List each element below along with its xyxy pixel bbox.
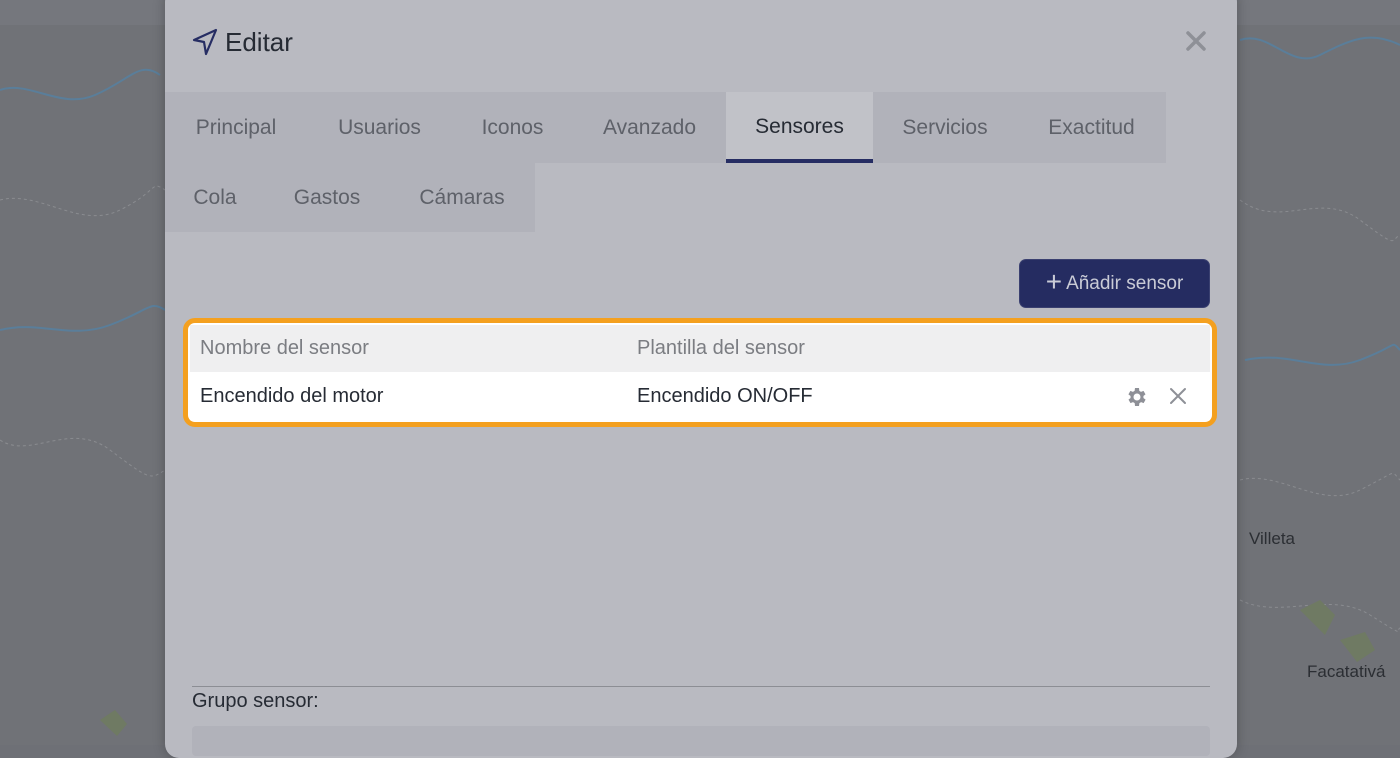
column-header-name: Nombre del sensor: [200, 337, 369, 359]
tab-row-2: Cola Gastos Cámaras: [165, 163, 535, 232]
modal-header: Editar: [165, 0, 1237, 92]
tab-avanzado[interactable]: Avanzado: [573, 92, 726, 163]
navigation-arrow-icon: [192, 28, 218, 56]
sensor-name: Encendido del motor: [200, 385, 384, 407]
modal-title: Editar: [225, 27, 293, 57]
tab-principal[interactable]: Principal: [165, 92, 307, 163]
section-divider: [192, 686, 1210, 687]
table-row[interactable]: Encendido del motor Encendido ON/OFF: [190, 372, 1210, 421]
add-sensor-label: Añadir sensor: [1066, 272, 1184, 294]
group-sensor-input[interactable]: [192, 726, 1210, 756]
column-header-template: Plantilla del sensor: [637, 337, 805, 359]
plus-icon: +: [1045, 266, 1063, 297]
tab-iconos[interactable]: Iconos: [452, 92, 573, 163]
table-header: Nombre del sensor Plantilla del sensor: [190, 325, 1210, 372]
delete-icon[interactable]: [1168, 386, 1188, 406]
map-label-facatativa: Facatativá: [1307, 662, 1386, 681]
tab-row-1: Principal Usuarios Iconos Avanzado Senso…: [165, 92, 1166, 163]
tab-servicios[interactable]: Servicios: [873, 92, 1017, 163]
close-icon[interactable]: [1181, 26, 1211, 56]
group-sensor-label: Grupo sensor:: [192, 690, 319, 712]
tab-bar: Principal Usuarios Iconos Avanzado Senso…: [165, 92, 1166, 232]
tab-usuarios[interactable]: Usuarios: [307, 92, 452, 163]
tab-sensores[interactable]: Sensores: [726, 92, 873, 163]
add-sensor-button[interactable]: + Añadir sensor: [1019, 259, 1210, 308]
tab-cola[interactable]: Cola: [165, 163, 265, 232]
map-label-villeta: Villeta: [1249, 529, 1295, 548]
gear-icon[interactable]: [1124, 385, 1148, 409]
tab-exactitud[interactable]: Exactitud: [1017, 92, 1166, 163]
tab-gastos[interactable]: Gastos: [265, 163, 389, 232]
sensor-template: Encendido ON/OFF: [637, 385, 813, 407]
tab-camaras[interactable]: Cámaras: [389, 163, 535, 232]
edit-modal: Editar Principal Usuarios Iconos Avanzad…: [165, 0, 1237, 758]
sensor-table: Nombre del sensor Plantilla del sensor E…: [183, 318, 1217, 427]
